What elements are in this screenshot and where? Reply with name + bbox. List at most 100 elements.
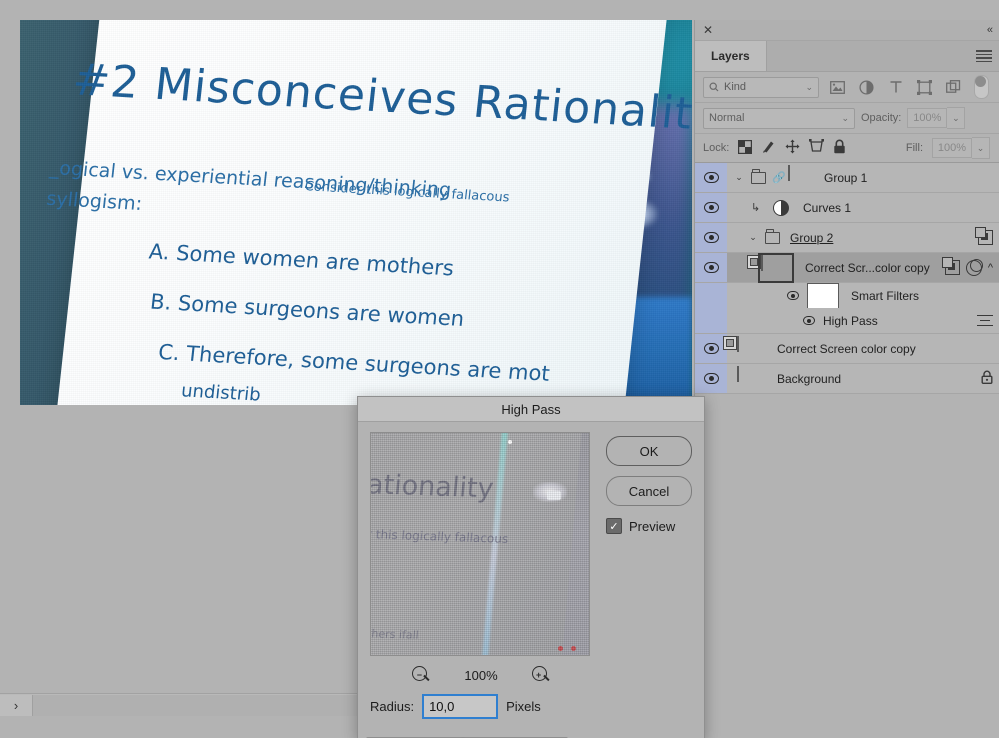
- table-row[interactable]: Background: [695, 364, 999, 394]
- link-icon[interactable]: 🔗: [772, 171, 786, 184]
- collapse-chevron-icon[interactable]: ^: [988, 262, 993, 274]
- layer-visibility-toggle[interactable]: [695, 163, 727, 192]
- filter-preview-image: ationality r this logically fallacous th…: [371, 433, 589, 655]
- layer-name[interactable]: Background: [777, 372, 841, 386]
- adjustment-layer-icon[interactable]: [773, 199, 789, 216]
- preview-checkbox-label: Preview: [629, 518, 676, 534]
- image-canvas[interactable]: #2 Misconceives Rationality _ogical vs. …: [20, 20, 692, 405]
- slide-item-c: C. Therefore, some surgeons are mot: [157, 340, 551, 386]
- opacity-input[interactable]: 100%: [907, 108, 948, 128]
- radius-control-row: Radius: 10,0 Pixels: [358, 694, 704, 719]
- slide-item-a: A. Some women are mothers: [147, 239, 456, 281]
- layer-name[interactable]: Correct Screen color copy: [777, 342, 916, 356]
- smart-filter-mask-thumbnail[interactable]: [807, 282, 839, 309]
- fill-chevron-down-icon[interactable]: ⌄: [972, 137, 990, 159]
- canvas-photo: #2 Misconceives Rationality _ogical vs. …: [20, 20, 692, 405]
- ok-button[interactable]: OK: [606, 436, 692, 466]
- filter-enable-toggle[interactable]: [974, 75, 989, 99]
- layer-visibility-toggle[interactable]: [695, 364, 727, 393]
- radius-slider[interactable]: [358, 733, 670, 738]
- lock-artboard-nesting-icon[interactable]: [809, 139, 825, 157]
- table-row[interactable]: Correct Scr...color copy ^: [695, 252, 999, 283]
- folder-icon: [765, 228, 780, 244]
- layer-name[interactable]: Group 1: [824, 171, 867, 185]
- smart-object-frame-icon: [758, 252, 794, 283]
- table-row[interactable]: Correct Screen color copy: [695, 334, 999, 364]
- layer-name[interactable]: Correct Scr...color copy: [805, 261, 930, 275]
- lock-label: Lock:: [703, 142, 730, 154]
- disclosure-chevron-icon[interactable]: ⌄: [747, 232, 759, 243]
- table-row[interactable]: ⌄ Group 2: [695, 223, 999, 253]
- folder-icon: [751, 168, 766, 184]
- adjustment-layer-filter-icon[interactable]: [856, 77, 877, 97]
- smart-filter-icon[interactable]: [965, 258, 983, 276]
- lock-transparent-pixels-icon[interactable]: [738, 139, 753, 157]
- layers-list: ⌄ 🔗 Group 1 ↳ Curves 1 ⌄ Group 2 Correct…: [695, 163, 999, 394]
- blend-mode-select[interactable]: Normal ⌄: [703, 107, 855, 129]
- photo-slide-text: #2 Misconceives Rationality _ogical vs. …: [20, 20, 692, 405]
- panel-titlebar: ✕ «: [695, 20, 999, 41]
- blend-mode-value: Normal: [709, 112, 745, 124]
- smart-filters-spacer: [695, 308, 727, 333]
- high-pass-dialog: High Pass ationality r this logically fa…: [357, 396, 705, 738]
- layer-thumbnail[interactable]: [788, 164, 790, 181]
- pixel-layer-filter-icon[interactable]: [827, 77, 848, 97]
- cancel-button[interactable]: Cancel: [606, 476, 692, 506]
- layer-visibility-toggle[interactable]: [695, 223, 727, 252]
- zoom-percent: 100%: [464, 667, 498, 683]
- fill-label: Fill:: [905, 142, 923, 154]
- fill-input[interactable]: 100%: [932, 138, 972, 158]
- mask-icon[interactable]: [975, 227, 993, 245]
- slide-item-d: undistrib: [180, 379, 262, 405]
- filter-blending-options-icon[interactable]: [977, 314, 993, 327]
- layer-visibility-toggle[interactable]: [695, 193, 727, 222]
- opacity-chevron-down-icon[interactable]: ⌄: [947, 107, 966, 129]
- layers-panel: ✕ « Layers Kind ⌄ Normal ⌄ Opacity: 100%…: [694, 20, 999, 738]
- preview-checkbox-row[interactable]: ✓ Preview: [606, 518, 692, 534]
- table-row[interactable]: ⌄ 🔗 Group 1: [695, 163, 999, 193]
- radius-input[interactable]: 10,0: [422, 694, 499, 719]
- layer-visibility-toggle[interactable]: [695, 253, 727, 282]
- type-layer-filter-icon[interactable]: [885, 77, 906, 97]
- zoom-in-icon[interactable]: +: [531, 666, 550, 684]
- layer-thumbnail[interactable]: [737, 365, 739, 382]
- lock-position-icon[interactable]: [785, 139, 800, 157]
- table-row[interactable]: ↳ Curves 1: [695, 193, 999, 223]
- panel-menu-icon[interactable]: [976, 50, 992, 63]
- shape-layer-filter-icon[interactable]: [914, 77, 935, 97]
- layer-thumbnail[interactable]: [723, 335, 739, 352]
- lock-all-icon[interactable]: [833, 139, 846, 157]
- table-row[interactable]: High Pass: [695, 308, 999, 334]
- layer-name[interactable]: Group 2: [790, 231, 833, 245]
- mask-icon[interactable]: [941, 257, 960, 275]
- preview-grain-overlay: [371, 433, 589, 655]
- zoom-out-icon[interactable]: −: [412, 666, 430, 684]
- eye-icon: [703, 373, 719, 384]
- eye-icon: [703, 202, 719, 213]
- smart-filter-name[interactable]: High Pass: [823, 314, 878, 328]
- chevron-down-icon: ⌄: [841, 112, 849, 123]
- eye-icon[interactable]: [787, 291, 799, 300]
- layer-thumbnail[interactable]: [747, 254, 763, 271]
- preview-checkbox[interactable]: ✓: [606, 518, 622, 534]
- search-icon: [709, 82, 719, 92]
- radius-units-label: Pixels: [506, 699, 541, 714]
- smart-object-filter-icon[interactable]: [943, 77, 964, 97]
- expand-panel-chevron-icon[interactable]: ›: [0, 694, 33, 716]
- lock-image-pixels-icon[interactable]: [761, 139, 776, 157]
- eye-icon[interactable]: [803, 316, 815, 325]
- table-row[interactable]: Smart Filters: [695, 282, 999, 309]
- collapse-panel-icon[interactable]: «: [987, 24, 993, 36]
- dialog-title: High Pass: [358, 397, 704, 422]
- close-icon[interactable]: ✕: [703, 23, 713, 37]
- filter-kind-select[interactable]: Kind ⌄: [703, 76, 819, 98]
- eye-icon: [703, 172, 719, 183]
- disclosure-chevron-icon[interactable]: ⌄: [733, 172, 745, 183]
- layer-name[interactable]: Curves 1: [803, 201, 851, 215]
- filter-preview[interactable]: ationality r this logically fallacous th…: [370, 432, 590, 656]
- tab-layers[interactable]: Layers: [695, 41, 767, 71]
- smart-filters-label: Smart Filters: [851, 288, 920, 303]
- opacity-label: Opacity:: [861, 112, 902, 124]
- radius-label: Radius:: [370, 699, 415, 714]
- filter-kind-value: Kind: [724, 81, 747, 93]
